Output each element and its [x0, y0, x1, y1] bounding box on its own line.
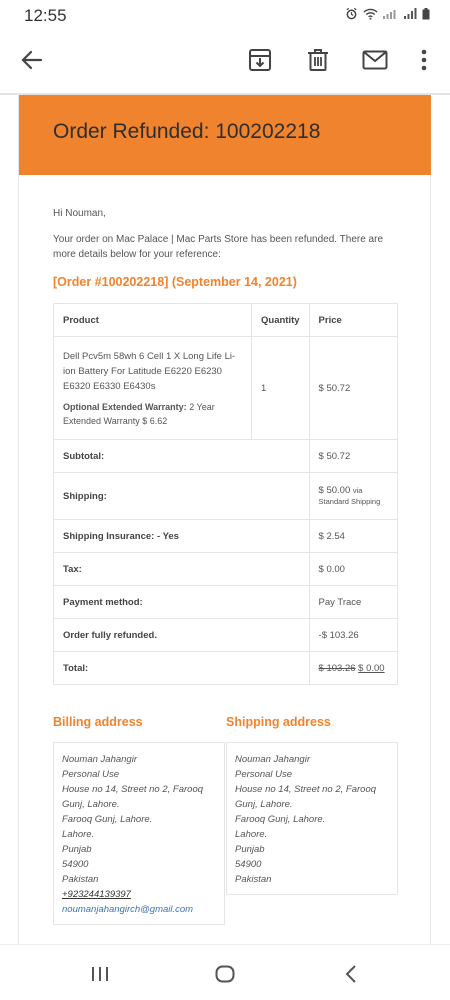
shipping-value: $ 50.00: [318, 485, 351, 496]
total-row: Total: $ 103.26 $ 0.00: [53, 651, 399, 685]
product-cell: Dell Pcv5m 58wh 6 Cell 1 X Long Life Li-…: [53, 336, 252, 440]
billing-country: Pakistan: [62, 874, 99, 885]
shipping-line3: Farooq Gunj, Lahore.: [235, 814, 326, 825]
total-label: Total:: [53, 651, 310, 685]
email-card: Order Refunded: 100202218 Hi Nouman, You…: [18, 95, 431, 945]
subtotal-value: $ 50.72: [308, 439, 399, 473]
wifi-icon: [363, 8, 378, 23]
refunded-label: Order fully refunded.: [53, 618, 310, 652]
subtotal-row: Subtotal: $ 50.72: [53, 439, 399, 473]
greeting: Hi Nouman,: [53, 208, 106, 219]
payment-label: Payment method:: [53, 585, 310, 619]
tax-value: $ 0.00: [308, 552, 399, 586]
shipping-heading: Shipping address: [226, 715, 331, 729]
email-toolbar: [0, 30, 450, 92]
payment-row: Payment method: Pay Trace: [53, 585, 399, 619]
billing-line1: House no 14, Street no 2, Farooq: [62, 784, 204, 795]
signal-icon: [383, 8, 399, 22]
warranty-info: Optional Extended Warranty: 2 Year Exten…: [63, 400, 242, 428]
alarm-icon: [345, 7, 358, 23]
email-content[interactable]: Order Refunded: 100202218 Hi Nouman, You…: [0, 95, 450, 945]
billing-name: Nouman Jahangir: [62, 754, 137, 765]
insurance-row: Shipping Insurance: - Yes $ 2.54: [53, 519, 399, 553]
shipping-state: Punjab: [235, 844, 265, 855]
status-icons: [345, 7, 430, 23]
mail-icon[interactable]: [360, 45, 390, 75]
billing-address: Nouman Jahangir Personal Use House no 14…: [53, 742, 225, 925]
shipping-address: Nouman Jahangir Personal Use House no 14…: [226, 742, 398, 895]
subtotal-label: Subtotal:: [53, 439, 310, 473]
shipping-city: Lahore.: [235, 829, 268, 840]
billing-line2: Gunj, Lahore.: [62, 799, 120, 810]
billing-phone-link[interactable]: +923244139397: [62, 887, 216, 902]
order-heading[interactable]: [Order #100202218] (September 14, 2021): [53, 275, 297, 289]
refunded-row: Order fully refunded. -$ 103.26: [53, 618, 399, 652]
more-vert-icon[interactable]: [409, 45, 439, 75]
tax-row: Tax: $ 0.00: [53, 552, 399, 586]
refunded-value: -$ 103.26: [308, 618, 399, 652]
billing-line3: Farooq Gunj, Lahore.: [62, 814, 153, 825]
status-bar: 12:55: [0, 0, 450, 30]
shipping-name: Nouman Jahangir: [235, 754, 310, 765]
total-value-cell: $ 103.26 $ 0.00: [308, 651, 399, 685]
home-icon[interactable]: [210, 960, 240, 988]
archive-icon[interactable]: [245, 45, 275, 75]
payment-value: Pay Trace: [308, 585, 399, 619]
warranty-label: Optional Extended Warranty:: [63, 401, 187, 412]
billing-postcode: 54900: [62, 859, 89, 870]
shipping-row: Shipping: $ 50.00 via Standard Shipping: [53, 472, 399, 520]
table-header-row: Product Quantity Price: [53, 303, 399, 337]
shipping-company: Personal Use: [235, 769, 293, 780]
total-old: $ 103.26: [318, 662, 356, 674]
product-name: Dell Pcv5m 58wh 6 Cell 1 X Long Life Li-…: [63, 350, 236, 392]
billing-email-link[interactable]: noumanjahangirch@gmail.com: [62, 902, 216, 917]
col-product: Product: [53, 303, 252, 337]
arrow-left-icon[interactable]: [17, 45, 47, 75]
back-chevron-icon[interactable]: [336, 960, 366, 988]
shipping-postcode: 54900: [235, 859, 262, 870]
quantity-cell: 1: [251, 336, 310, 440]
trash-icon[interactable]: [303, 45, 333, 75]
insurance-value: $ 2.54: [308, 519, 399, 553]
insurance-label: Shipping Insurance: - Yes: [53, 519, 310, 553]
tax-label: Tax:: [53, 552, 310, 586]
billing-city: Lahore.: [62, 829, 95, 840]
banner-title: Order Refunded: 100202218: [53, 120, 321, 143]
billing-company: Personal Use: [62, 769, 120, 780]
battery-icon: [422, 7, 430, 23]
intro-text: Your order on Mac Palace | Mac Parts Sto…: [53, 234, 384, 260]
system-nav-bar: [0, 944, 450, 1000]
shipping-country: Pakistan: [235, 874, 272, 885]
col-price: Price: [308, 303, 399, 337]
billing-heading: Billing address: [53, 715, 143, 729]
billing-state: Punjab: [62, 844, 92, 855]
shipping-line1: House no 14, Street no 2, Farooq: [235, 784, 377, 795]
table-row: Dell Pcv5m 58wh 6 Cell 1 X Long Life Li-…: [53, 336, 399, 440]
shipping-line2: Gunj, Lahore.: [235, 799, 293, 810]
order-banner: Order Refunded: 100202218: [19, 95, 431, 175]
total-new: $ 0.00: [358, 662, 385, 674]
price-cell: $ 50.72: [308, 336, 399, 440]
col-quantity: Quantity: [251, 303, 310, 337]
order-table: Product Quantity Price Dell Pcv5m 58wh 6…: [53, 303, 399, 685]
shipping-label: Shipping:: [53, 472, 310, 520]
recents-icon[interactable]: [85, 960, 115, 988]
signal-icon-2: [404, 8, 417, 22]
shipping-value-cell: $ 50.00 via Standard Shipping: [308, 472, 399, 520]
status-time: 12:55: [24, 6, 67, 25]
